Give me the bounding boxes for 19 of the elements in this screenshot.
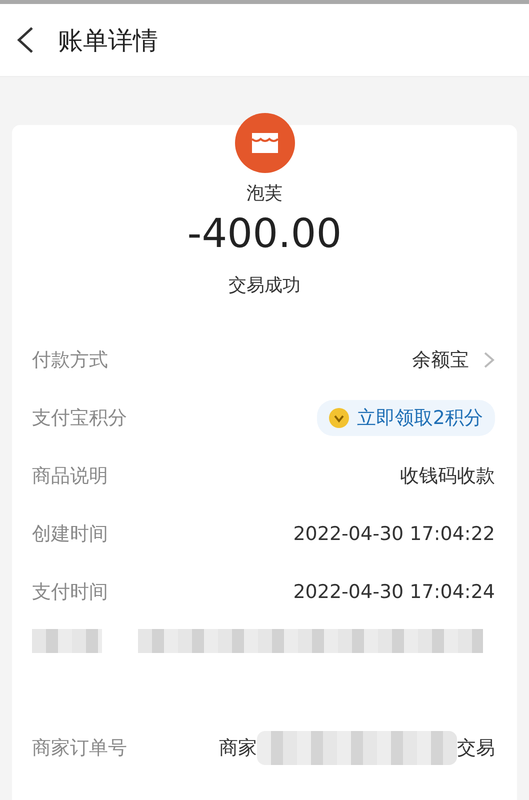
row-label: 支付时间 — [32, 580, 108, 605]
row-label: 创建时间 — [32, 522, 108, 547]
row-value: 交易 — [457, 736, 495, 761]
row-label: 商家订单号 — [32, 736, 127, 761]
row-label: 商品说明 — [32, 464, 108, 489]
redaction — [32, 629, 102, 653]
row-label: 付款方式 — [32, 348, 108, 373]
coin-icon — [328, 408, 349, 428]
points-button[interactable]: 立即领取2积分 — [316, 400, 495, 436]
merchant-name: 泡芙 — [246, 182, 282, 205]
row-label: 支付宝积分 — [32, 406, 127, 431]
page-title: 账单详情 — [58, 24, 158, 56]
row-value: 2022-04-30 17:04:22 — [293, 523, 495, 545]
row-value: 收钱码收款 — [400, 464, 495, 489]
status-text: 交易成功 — [228, 274, 300, 297]
amount: -400.00 — [187, 211, 342, 257]
row-value: 商家 — [219, 736, 257, 761]
row-value: 余额宝 — [412, 348, 469, 373]
row-value: 2022-04-30 17:04:24 — [293, 581, 495, 603]
